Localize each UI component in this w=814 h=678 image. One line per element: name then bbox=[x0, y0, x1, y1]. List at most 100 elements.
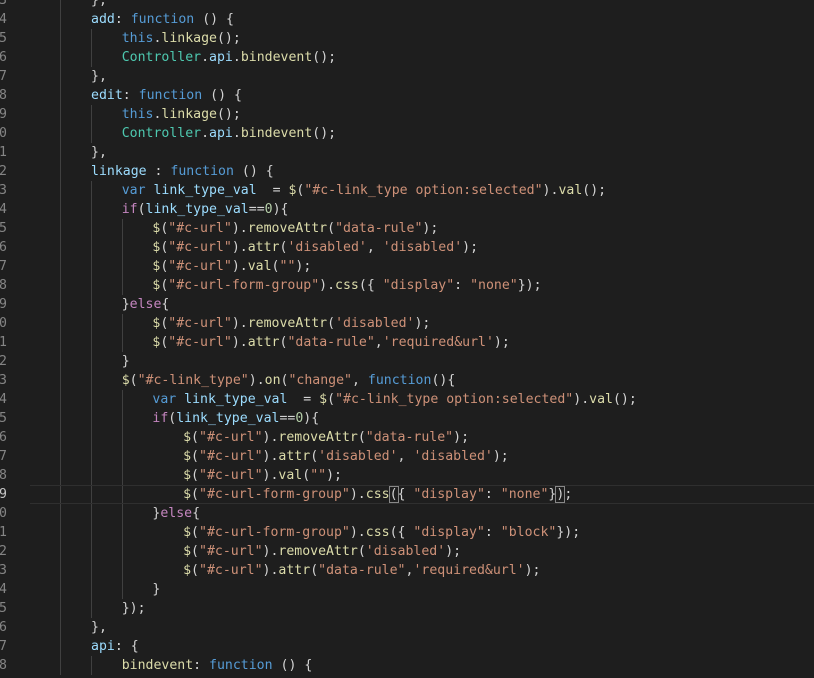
code-line[interactable]: Controller.api.bindevent(); bbox=[30, 48, 814, 67]
current-code-line[interactable]: $("#c-url-form-group").css({ "display": … bbox=[30, 484, 814, 504]
code-editor[interactable]: 3 4 5 6 7 8 9 0 1 2 3 4 5 6 7 8 9 0 1 2 3 4 5 6 7 8 9 0 1 2 3 4 5 6 7 8 }, a… bbox=[0, 0, 814, 678]
code-token: css bbox=[365, 524, 390, 540]
code-token: ). bbox=[262, 562, 279, 578]
code-token: val bbox=[589, 391, 613, 407]
code-line[interactable]: $("#c-link_type").on("change", function(… bbox=[30, 371, 814, 390]
code-line[interactable]: $("#c-url").removeAttr('disabled'); bbox=[30, 314, 814, 333]
code-token: link_type_val bbox=[184, 391, 288, 407]
code-line[interactable]: bindevent: function () { bbox=[30, 656, 814, 675]
code-token: ( bbox=[191, 543, 199, 559]
code-token: bindevent bbox=[240, 125, 313, 141]
code-line[interactable]: }, bbox=[30, 618, 814, 637]
line-number: 0 bbox=[0, 125, 7, 141]
code-line[interactable]: }else{ bbox=[30, 504, 814, 523]
code-token: "#c-url" bbox=[168, 258, 232, 274]
code-line[interactable]: $("#c-url-form-group").css({ "display": … bbox=[30, 523, 814, 542]
code-line[interactable]: api: { bbox=[30, 637, 814, 656]
code-line[interactable]: $("#c-url").attr('disabled', 'disabled')… bbox=[30, 447, 814, 466]
code-token: 'required&url' bbox=[382, 334, 494, 350]
code-line[interactable]: this.linkage(); bbox=[30, 105, 814, 124]
code-token: (){ bbox=[431, 372, 456, 388]
line-number: 0 bbox=[0, 505, 7, 521]
code-token: ). bbox=[231, 315, 248, 331]
code-token: }, bbox=[91, 0, 107, 8]
code-line[interactable]: edit: function () { bbox=[30, 86, 814, 105]
code-token: , bbox=[374, 334, 383, 350]
code-token: link_type_val bbox=[176, 410, 280, 426]
code-token: ). bbox=[262, 448, 279, 464]
code-line[interactable]: $("#c-url").removeAttr("data-rule"); bbox=[30, 428, 814, 447]
code-token: ). bbox=[319, 277, 336, 293]
code-line[interactable]: if(link_type_val==0){ bbox=[30, 409, 814, 428]
code-token: ); bbox=[422, 220, 439, 236]
code-token: api bbox=[209, 49, 233, 65]
code-token: Controller bbox=[121, 49, 202, 65]
code-line[interactable]: $("#c-url").removeAttr("data-rule"); bbox=[30, 219, 814, 238]
line-number: 4 bbox=[0, 581, 7, 597]
code-token: "data-rule" bbox=[287, 334, 375, 350]
code-line[interactable]: } bbox=[30, 352, 814, 371]
code-token: : { bbox=[114, 638, 139, 654]
line-number: 3 bbox=[0, 0, 7, 8]
line-number: 8 bbox=[0, 467, 7, 483]
code-line[interactable]: $("#c-url-form-group").css({ "display": … bbox=[30, 276, 814, 295]
code-line[interactable]: if(link_type_val==0){ bbox=[30, 200, 814, 219]
code-token: $ bbox=[121, 372, 130, 388]
code-token: . bbox=[201, 125, 210, 141]
code-token: }, bbox=[91, 619, 107, 635]
code-area[interactable]: }, add: function () {this.linkage(); Contr… bbox=[30, 0, 814, 678]
code-token: Controller bbox=[121, 125, 202, 141]
code-line[interactable]: }, bbox=[30, 143, 814, 162]
code-line[interactable]: var link_type_val = $("#c-link_type opti… bbox=[30, 390, 814, 409]
code-token: () { bbox=[272, 657, 313, 673]
code-token: ( bbox=[191, 448, 199, 464]
code-token: "data-rule" bbox=[365, 429, 454, 445]
code-line[interactable]: var link_type_val = $("#c-link_type opti… bbox=[30, 181, 814, 200]
code-line[interactable]: }); bbox=[30, 599, 814, 618]
code-token: "change" bbox=[288, 372, 353, 388]
code-line[interactable]: linkage : function () { bbox=[30, 162, 814, 181]
code-token: ({ bbox=[389, 524, 414, 540]
code-token: $ bbox=[183, 467, 192, 483]
code-token: ). bbox=[262, 543, 279, 559]
code-token: ){ bbox=[303, 410, 320, 426]
code-token: ); bbox=[445, 543, 462, 559]
code-token: . bbox=[232, 49, 241, 65]
code-lines[interactable]: }, add: function () {this.linkage(); Contr… bbox=[30, 0, 814, 678]
code-line[interactable]: Controller.api.bindevent(); bbox=[30, 124, 814, 143]
code-token: function bbox=[138, 87, 203, 103]
line-number: 5 bbox=[0, 30, 7, 46]
code-line[interactable]: $("#c-url").attr("data-rule",'required&u… bbox=[30, 333, 814, 352]
line-number: 4 bbox=[0, 11, 7, 27]
code-token: ( bbox=[191, 467, 199, 483]
code-token: ( bbox=[191, 429, 199, 445]
code-line[interactable]: $("#c-url").val(""); bbox=[30, 257, 814, 276]
code-line[interactable]: $("#c-url").val(""); bbox=[30, 466, 814, 485]
code-line[interactable]: }else{ bbox=[30, 295, 814, 314]
code-line[interactable]: }, bbox=[30, 67, 814, 86]
code-token: "#c-url" bbox=[168, 315, 232, 331]
code-line[interactable]: }, bbox=[30, 0, 814, 10]
code-token: if bbox=[121, 201, 138, 217]
code-line[interactable]: $("#c-url").attr('disabled', 'disabled')… bbox=[30, 238, 814, 257]
code-line[interactable]: this.linkage(); bbox=[30, 29, 814, 48]
line-number: 1 bbox=[0, 334, 7, 350]
code-token: : bbox=[454, 277, 471, 293]
line-number: 7 bbox=[0, 258, 7, 274]
line-number: 5 bbox=[0, 410, 7, 426]
code-line[interactable]: } bbox=[30, 580, 814, 599]
code-token: else bbox=[160, 505, 193, 521]
code-token: 'required&url' bbox=[413, 562, 525, 578]
code-line[interactable]: add: function () { bbox=[30, 10, 814, 29]
code-line[interactable]: $("#c-url").attr("data-rule",'required&u… bbox=[30, 561, 814, 580]
code-token: val bbox=[558, 182, 583, 198]
code-token: : bbox=[193, 657, 210, 673]
code-token: = bbox=[287, 391, 320, 407]
code-token: : bbox=[146, 163, 171, 179]
line-number: 6 bbox=[0, 429, 7, 445]
code-token: ); bbox=[414, 315, 431, 331]
line-number-gutter: 3 4 5 6 7 8 9 0 1 2 3 4 5 6 7 8 9 0 1 2 3 4 5 6 7 8 9 0 1 2 3 4 5 6 7 8 bbox=[0, 0, 10, 678]
code-token: linkage bbox=[161, 106, 217, 122]
code-token: $ bbox=[183, 543, 192, 559]
code-line[interactable]: $("#c-url").removeAttr('disabled'); bbox=[30, 542, 814, 561]
